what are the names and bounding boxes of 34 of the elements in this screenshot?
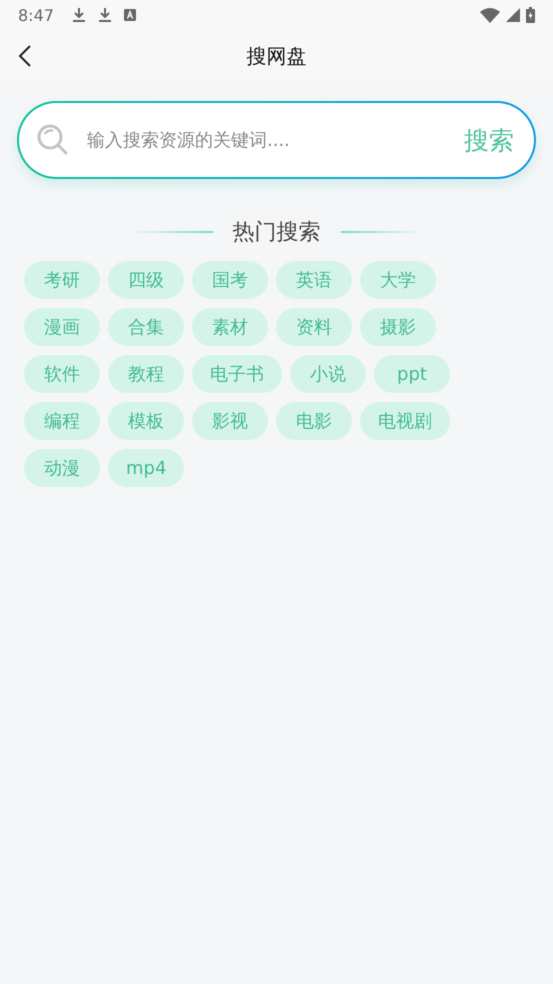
search-button[interactable]: 搜索	[464, 124, 514, 156]
tag-chip[interactable]: 四级	[108, 261, 184, 299]
signal-icon	[506, 8, 520, 22]
tag-chip[interactable]: 电视剧	[360, 402, 450, 440]
tag-chip[interactable]: 动漫	[24, 449, 100, 487]
tag-chip[interactable]: 电子书	[192, 355, 282, 393]
tag-chip[interactable]: 电影	[276, 402, 352, 440]
font-icon	[124, 9, 136, 21]
wifi-icon	[480, 8, 500, 22]
tag-chip[interactable]: 资料	[276, 308, 352, 346]
tag-chip[interactable]: 模板	[108, 402, 184, 440]
tag-chip[interactable]: 小说	[290, 355, 366, 393]
section-title: 热门搜索	[232, 219, 320, 247]
tag-chip[interactable]: ppt	[374, 355, 450, 393]
tag-chip[interactable]: mp4	[108, 449, 184, 487]
tag-chip[interactable]: 教程	[108, 355, 184, 393]
download-icon	[98, 7, 112, 23]
search-icon	[37, 124, 69, 156]
tag-chip[interactable]: 摄影	[360, 308, 436, 346]
tag-chip[interactable]: 素材	[192, 308, 268, 346]
tag-chip[interactable]: 软件	[24, 355, 100, 393]
tag-chip[interactable]: 大学	[360, 261, 436, 299]
tag-chip[interactable]: 编程	[24, 402, 100, 440]
tag-chip[interactable]: 考研	[24, 261, 100, 299]
tag-chip[interactable]: 合集	[108, 308, 184, 346]
tag-chip[interactable]: 漫画	[24, 308, 100, 346]
tag-chip[interactable]: 英语	[276, 261, 352, 299]
search-field[interactable]: 输入搜索资源的关键词.... 搜索	[17, 101, 536, 179]
page-title: 搜网盘	[246, 42, 306, 70]
battery-icon	[526, 7, 535, 23]
download-icon	[72, 7, 86, 23]
status-time: 8:47	[18, 6, 54, 24]
tag-chip[interactable]: 影视	[192, 402, 268, 440]
tag-chip[interactable]: 国考	[192, 261, 268, 299]
